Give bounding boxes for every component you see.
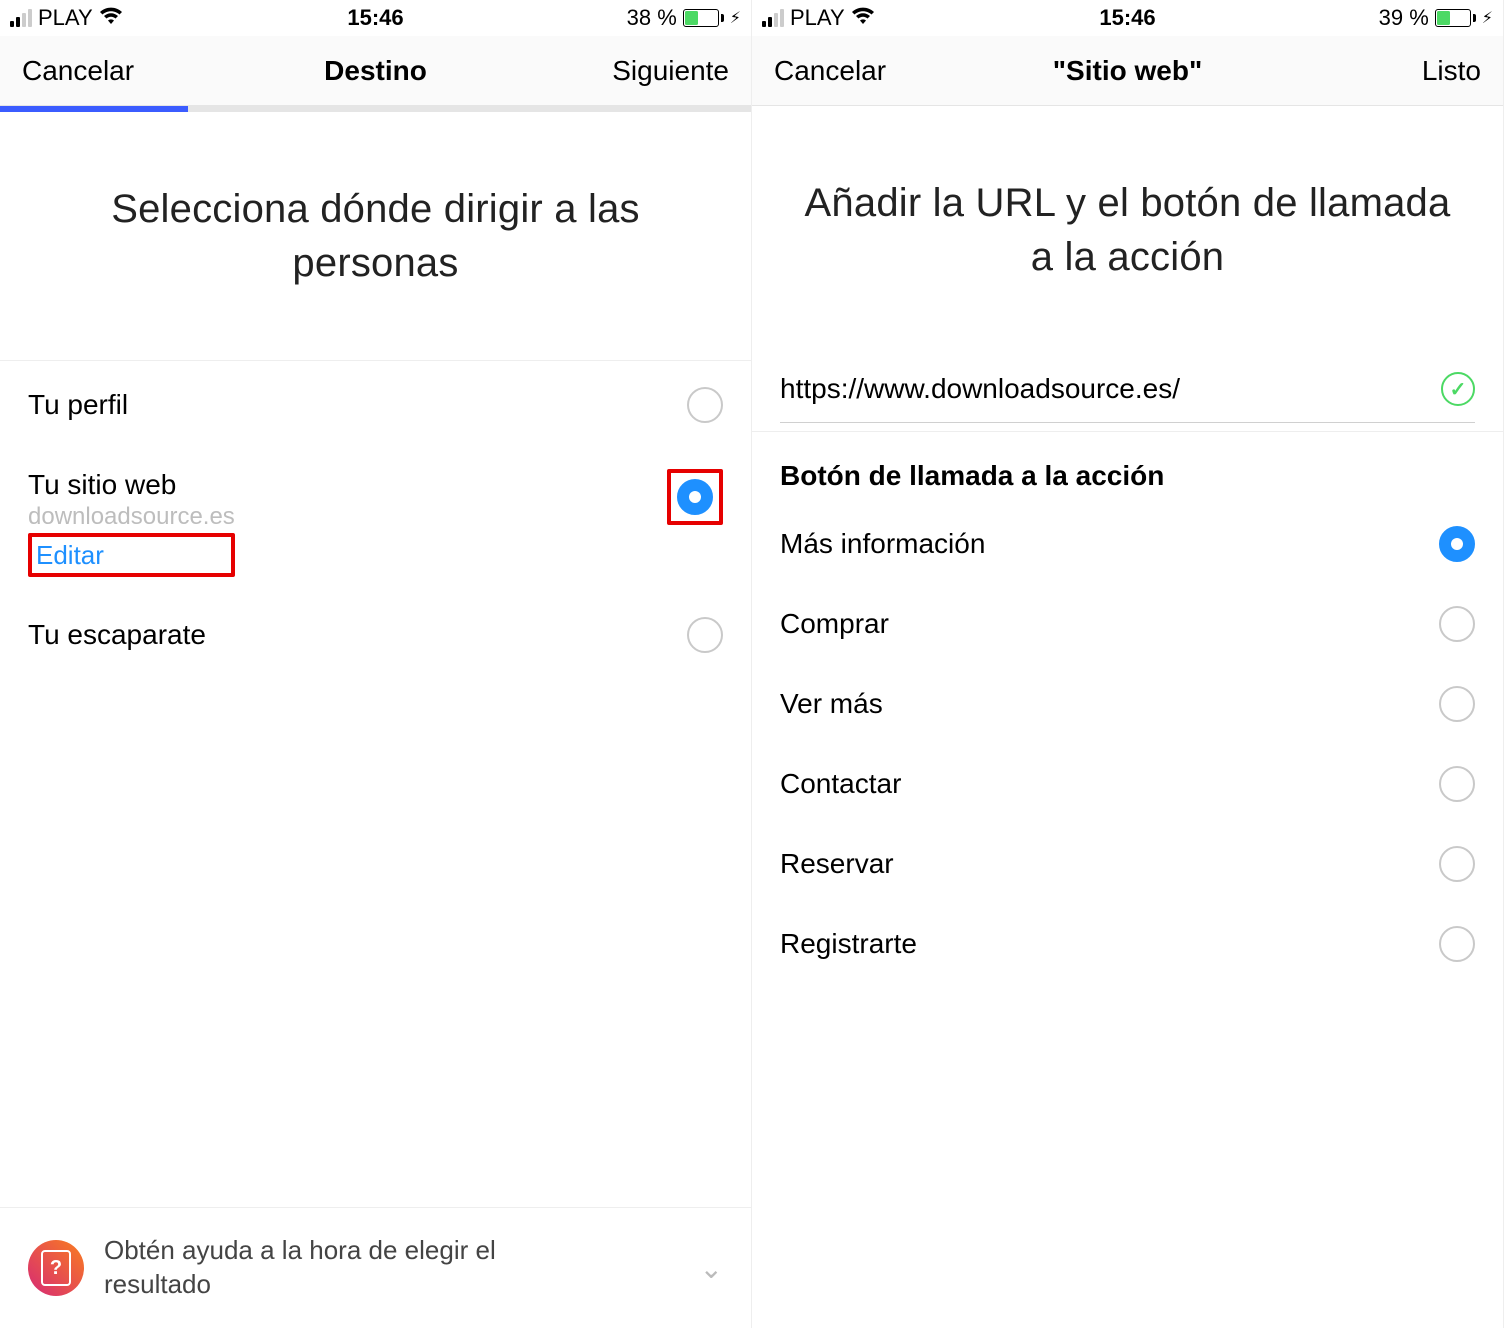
help-text: Obtén ayuda a la hora de elegir el resul…	[104, 1234, 574, 1302]
radio-unselected-icon[interactable]	[1439, 686, 1475, 722]
carrier-label: PLAY	[38, 5, 93, 31]
radio-selected-icon[interactable]	[1439, 526, 1475, 562]
question-icon: ?	[41, 1250, 71, 1286]
cta-book[interactable]: Reservar	[752, 824, 1503, 904]
option-storefront[interactable]: Tu escaparate	[0, 591, 751, 679]
cancel-button[interactable]: Cancelar	[22, 55, 134, 87]
radio-unselected-icon[interactable]	[1439, 606, 1475, 642]
option-profile-label: Tu perfil	[28, 389, 128, 421]
page-heading: Añadir la URL y el botón de llamada a la…	[752, 106, 1503, 354]
status-right: 39 % ⚡︎	[1379, 5, 1493, 31]
charging-icon: ⚡︎	[1482, 8, 1493, 28]
signal-icon	[10, 9, 32, 27]
option-storefront-label: Tu escaparate	[28, 619, 206, 651]
signal-icon	[762, 9, 784, 27]
nav-bar: Cancelar "Sitio web" Listo	[752, 36, 1503, 106]
cta-more-info[interactable]: Más información	[752, 504, 1503, 584]
cta-see-more[interactable]: Ver más	[752, 664, 1503, 744]
next-button[interactable]: Siguiente	[612, 55, 729, 87]
cta-signup[interactable]: Registrarte	[752, 904, 1503, 984]
cta-contact-label: Contactar	[780, 768, 901, 800]
cancel-button[interactable]: Cancelar	[774, 55, 886, 87]
battery-pct: 39 %	[1379, 5, 1429, 31]
cta-buy-label: Comprar	[780, 608, 889, 640]
nav-bar: Cancelar Destino Siguiente	[0, 36, 751, 106]
option-profile[interactable]: Tu perfil	[0, 361, 751, 449]
cta-see-more-label: Ver más	[780, 688, 883, 720]
destination-options: Tu perfil Tu sitio web downloadsource.es…	[0, 360, 751, 679]
radio-unselected-icon[interactable]	[687, 387, 723, 423]
status-bar: PLAY 15:46 38 % ⚡︎	[0, 0, 751, 36]
battery-icon	[1435, 9, 1476, 27]
radio-unselected-icon[interactable]	[1439, 846, 1475, 882]
option-website[interactable]: Tu sitio web downloadsource.es Editar	[0, 449, 751, 591]
highlight-edit-box: Editar	[28, 533, 235, 577]
screen-destination: PLAY 15:46 38 % ⚡︎ Cancelar Destino Sigu…	[0, 0, 752, 1328]
radio-unselected-icon[interactable]	[1439, 926, 1475, 962]
cta-signup-label: Registrarte	[780, 928, 917, 960]
wifi-icon	[99, 5, 123, 31]
cta-options: Más información Comprar Ver más Contacta…	[752, 504, 1503, 984]
status-bar: PLAY 15:46 39 % ⚡︎	[752, 0, 1503, 36]
radio-unselected-icon[interactable]	[687, 617, 723, 653]
help-badge-icon: ?	[28, 1240, 84, 1296]
cta-buy[interactable]: Comprar	[752, 584, 1503, 664]
edit-link[interactable]: Editar	[36, 540, 104, 570]
url-section: https://www.downloadsource.es/ ✓	[752, 354, 1503, 432]
highlight-radio-box	[667, 469, 723, 525]
cta-book-label: Reservar	[780, 848, 894, 880]
check-circle-icon: ✓	[1441, 372, 1475, 406]
chevron-down-icon: ⌄	[700, 1252, 723, 1285]
screen-website: PLAY 15:46 39 % ⚡︎ Cancelar "Sitio web" …	[752, 0, 1504, 1328]
url-input-row[interactable]: https://www.downloadsource.es/ ✓	[752, 354, 1503, 412]
page-heading: Selecciona dónde dirigir a las personas	[0, 112, 751, 360]
wifi-icon	[851, 5, 875, 31]
radio-unselected-icon[interactable]	[1439, 766, 1475, 802]
help-card[interactable]: ? Obtén ayuda a la hora de elegir el res…	[0, 1207, 751, 1328]
option-website-sub: downloadsource.es	[28, 503, 235, 531]
done-button[interactable]: Listo	[1422, 55, 1481, 87]
status-left: PLAY	[10, 5, 123, 31]
charging-icon: ⚡︎	[730, 8, 741, 28]
carrier-label: PLAY	[790, 5, 845, 31]
radio-selected-icon[interactable]	[677, 479, 713, 515]
battery-pct: 38 %	[627, 5, 677, 31]
url-underline	[780, 422, 1475, 423]
status-left: PLAY	[762, 5, 875, 31]
cta-contact[interactable]: Contactar	[752, 744, 1503, 824]
cta-more-info-label: Más información	[780, 528, 985, 560]
url-value[interactable]: https://www.downloadsource.es/	[780, 373, 1180, 405]
option-website-label: Tu sitio web	[28, 469, 235, 501]
status-right: 38 % ⚡︎	[627, 5, 741, 31]
battery-icon	[683, 9, 724, 27]
cta-heading: Botón de llamada a la acción	[752, 432, 1503, 504]
option-website-block: Tu sitio web downloadsource.es Editar	[28, 469, 235, 577]
